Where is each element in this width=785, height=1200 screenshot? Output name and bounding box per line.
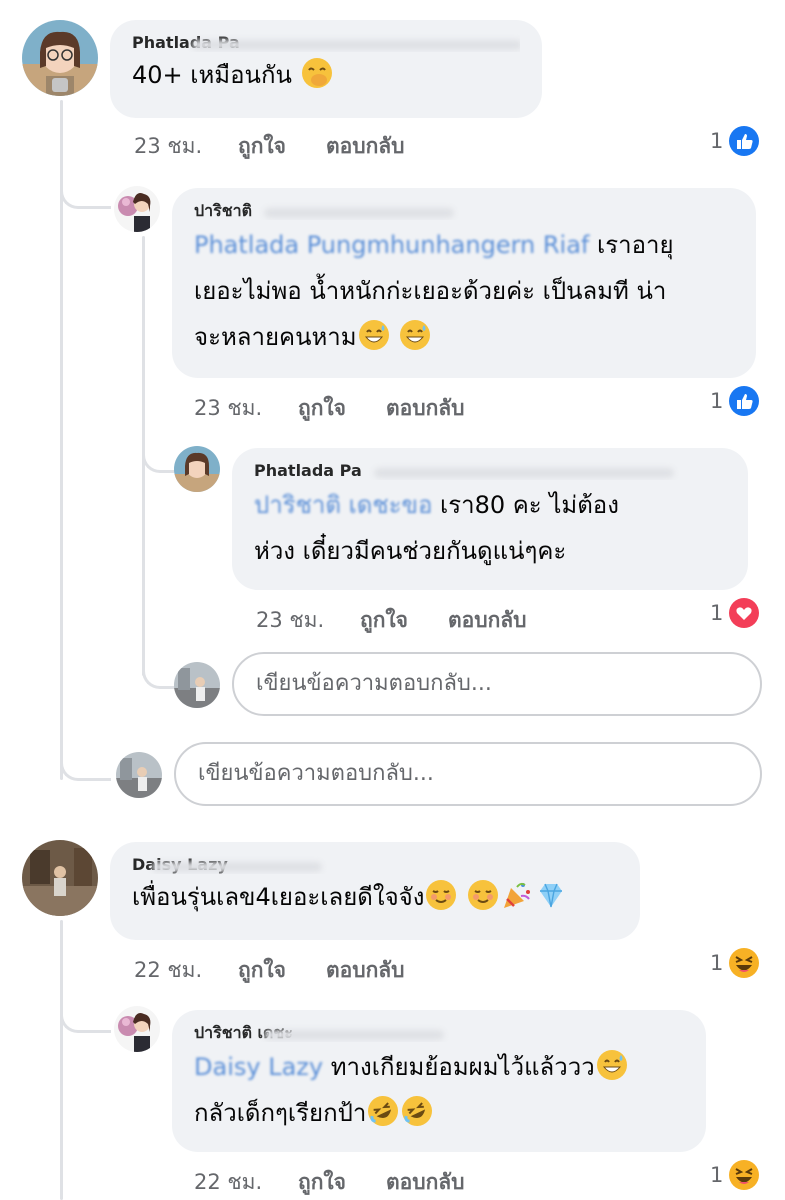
like-button[interactable]: ถูกใจ	[298, 1166, 386, 1199]
reaction-count: 1	[710, 601, 724, 625]
thread-elbow-nested-input	[142, 640, 175, 689]
comment-meta-r3: 22 ชม. ถูกใจ ตอบกลับ	[194, 1166, 465, 1199]
smiling-face-emoji-icon	[425, 879, 457, 911]
thread-elbow-r2	[142, 420, 175, 473]
rolling-laughing-emoji-icon	[401, 1095, 433, 1127]
author-name[interactable]: ปาริชาติ	[194, 202, 734, 220]
like-button[interactable]: ถูกใจ	[238, 954, 326, 987]
comment-bubble-r3: ปาริชาติ เดชะ Daisy Lazy ทางเกียมย้อมผมไ…	[172, 1010, 706, 1152]
reply-button[interactable]: ตอบกลับ	[326, 954, 405, 987]
hand-over-mouth-emoji-icon	[301, 57, 333, 89]
comment-meta-c1: 23 ชม. ถูกใจ ตอบกลับ	[134, 130, 405, 163]
comment-text: Phatlada Pungmhunhangern Riaf เราอายุ เย…	[194, 231, 674, 351]
reaction-summary-c1[interactable]: 1	[710, 126, 760, 156]
reply-input-placeholder: เขียนข้อความตอบกลับ...	[198, 761, 434, 786]
reaction-summary-r2[interactable]: 1	[710, 598, 760, 628]
haha-icon	[729, 1160, 760, 1190]
reaction-count: 1	[710, 951, 724, 975]
comment-text: 40+ เหมือนกัน	[132, 52, 520, 98]
author-name[interactable]: Phatlada Pa	[254, 462, 726, 480]
thread-elbow-thread-input	[60, 720, 111, 781]
avatar-current-user-nested	[174, 662, 220, 708]
thread-elbow-r1	[60, 150, 111, 209]
avatar-r2[interactable]	[174, 446, 220, 492]
comment-bubble-r1: ปาริชาติ Phatlada Pungmhunhangern Riaf เ…	[172, 188, 756, 378]
comment-bubble-c1: Phatlada Pa 40+ เหมือนกัน	[110, 20, 542, 118]
mention-link[interactable]: Phatlada Pungmhunhangern Riaf	[194, 231, 589, 259]
author-name[interactable]: Daisy Lazy	[132, 856, 618, 874]
reply-input-placeholder: เขียนข้อความตอบกลับ...	[256, 671, 492, 696]
reply-button[interactable]: ตอบกลับ	[386, 1166, 465, 1199]
mention-link[interactable]: Daisy Lazy	[194, 1053, 323, 1081]
reply-input-thread[interactable]: เขียนข้อความตอบกลับ...	[174, 742, 762, 806]
timestamp[interactable]: 22 ชม.	[134, 954, 238, 987]
avatar-r1[interactable]	[114, 186, 160, 232]
haha-icon	[729, 948, 760, 978]
thread-line-main-2	[60, 920, 63, 1200]
author-name[interactable]: ปาริชาติ เดชะ	[194, 1024, 684, 1042]
comment-text: ปาริชาติ เดชะขอ เรา80 คะ ไม่ต้อง ห่วง เด…	[254, 491, 619, 565]
mention-link[interactable]: ปาริชาติ เดชะขอ	[254, 491, 432, 519]
reaction-count: 1	[710, 1163, 724, 1187]
avatar-current-user-thread	[116, 752, 162, 798]
avatar-c1[interactable]	[22, 20, 98, 96]
thread-elbow-r3	[60, 980, 111, 1033]
reply-button[interactable]: ตอบกลับ	[448, 604, 527, 637]
reply-input-nested[interactable]: เขียนข้อความตอบกลับ...	[232, 652, 762, 716]
reaction-summary-c2[interactable]: 1	[710, 948, 760, 978]
author-name[interactable]: Phatlada Pa	[132, 34, 520, 52]
grinning-sweat-emoji-icon	[399, 319, 431, 351]
reaction-count: 1	[710, 129, 724, 153]
comment-meta-r1: 23 ชม. ถูกใจ ตอบกลับ	[194, 392, 465, 425]
reply-button[interactable]: ตอบกลับ	[326, 130, 405, 163]
smiling-face-emoji-icon	[467, 879, 499, 911]
comment-text: Daisy Lazy ทางเกียมย้อมผมไว้แล้ววว กลัวเ…	[194, 1044, 684, 1136]
like-button[interactable]: ถูกใจ	[298, 392, 386, 425]
timestamp[interactable]: 23 ชม.	[256, 604, 360, 637]
grinning-sweat-emoji-icon	[596, 1049, 628, 1081]
grinning-sweat-emoji-icon	[358, 319, 390, 351]
like-icon	[729, 386, 760, 416]
timestamp[interactable]: 22 ชม.	[194, 1166, 298, 1199]
reaction-summary-r1[interactable]: 1	[710, 386, 760, 416]
avatar-r3[interactable]	[114, 1006, 160, 1052]
thread-line-main	[60, 100, 63, 780]
comment-text: เพื่อนรุ่นเลข4เยอะเลยดีใจจัง	[132, 874, 618, 920]
like-button[interactable]: ถูกใจ	[238, 130, 326, 163]
avatar-c2[interactable]	[22, 840, 98, 916]
comment-meta-c2: 22 ชม. ถูกใจ ตอบกลับ	[134, 954, 405, 987]
love-icon	[729, 598, 760, 628]
party-popper-emoji-icon	[501, 879, 533, 911]
rolling-laughing-emoji-icon	[367, 1095, 399, 1127]
gem-stone-emoji-icon	[535, 879, 567, 911]
timestamp[interactable]: 23 ชม.	[134, 130, 238, 163]
reply-button[interactable]: ตอบกลับ	[386, 392, 465, 425]
like-button[interactable]: ถูกใจ	[360, 604, 448, 637]
timestamp[interactable]: 23 ชม.	[194, 392, 298, 425]
comment-bubble-c2: Daisy Lazy เพื่อนรุ่นเลข4เยอะเลยดีใจจัง	[110, 842, 640, 940]
comment-bubble-r2: Phatlada Pa ปาริชาติ เดชะขอ เรา80 คะ ไม่…	[232, 448, 748, 590]
like-icon	[729, 126, 760, 156]
comment-meta-r2: 23 ชม. ถูกใจ ตอบกลับ	[256, 604, 527, 637]
reaction-count: 1	[710, 389, 724, 413]
reaction-summary-r3[interactable]: 1	[710, 1160, 760, 1190]
